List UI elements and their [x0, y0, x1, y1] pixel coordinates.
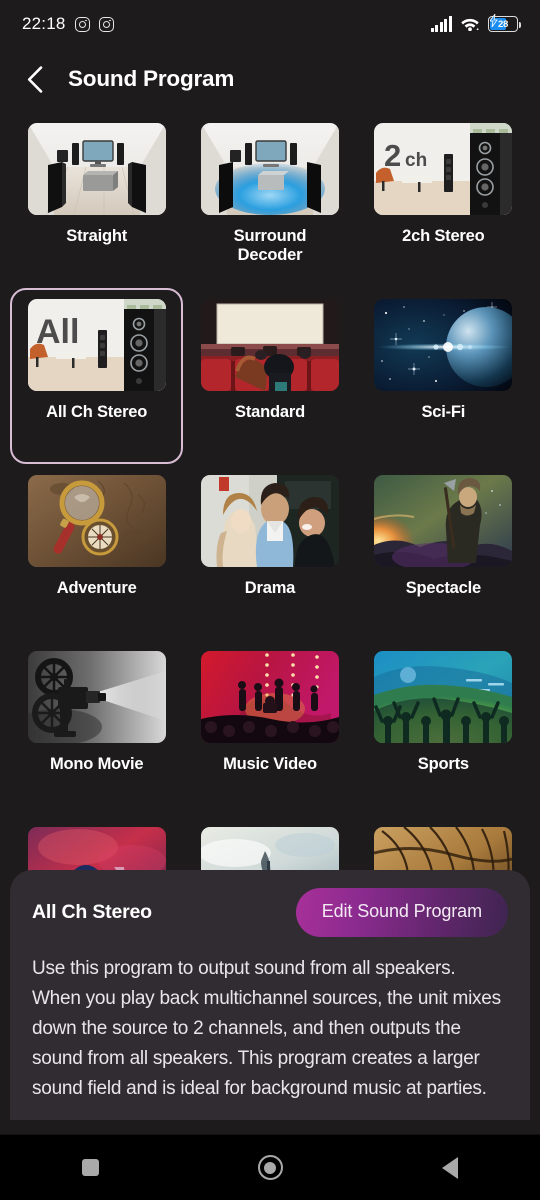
- program-label: Music Video: [223, 755, 317, 773]
- recents-button[interactable]: [58, 1144, 122, 1192]
- wifi-icon: [460, 16, 480, 32]
- program-label: Drama: [244, 579, 296, 597]
- program-card-adventure[interactable]: Adventure: [10, 464, 183, 640]
- program-detail-sheet: All Ch Stereo Edit Sound Program Use thi…: [10, 870, 530, 1120]
- program-thumb-sports: [374, 651, 513, 743]
- status-bar-left: 22:18: [22, 14, 431, 34]
- program-card-sci-fi[interactable]: Sci-Fi: [357, 288, 530, 464]
- page-title: Sound Program: [68, 66, 235, 91]
- home-icon: [257, 1155, 283, 1180]
- back-icon: [442, 1156, 458, 1179]
- detail-sheet-title: All Ch Stereo: [32, 900, 152, 923]
- program-thumb-sci-fi: [374, 299, 513, 391]
- program-card-straight[interactable]: Straight: [10, 112, 183, 288]
- program-card-music-video[interactable]: Music Video: [183, 640, 356, 816]
- cellular-signal-icon: [430, 16, 452, 32]
- program-thumb-standard: [200, 299, 339, 391]
- battery-percent: 28: [498, 18, 508, 30]
- instagram-notification-icon: [98, 16, 114, 32]
- svg-text:2: 2: [384, 138, 401, 173]
- program-thumb-2ch-stereo: 2 ch: [374, 123, 513, 215]
- program-card-surround-decoder[interactable]: Surround Decoder: [183, 112, 356, 288]
- program-label: Adventure: [56, 579, 137, 597]
- program-card-spectacle[interactable]: Spectacle: [357, 464, 530, 640]
- program-label: Surround Decoder: [233, 227, 307, 265]
- program-label: Mono Movie: [50, 755, 144, 773]
- sound-program-screen: 22:18 28 Sound Program Straight Surround…: [0, 0, 540, 1200]
- program-label: All Ch Stereo: [46, 403, 148, 421]
- program-thumb-music-video: [200, 651, 339, 743]
- program-card-standard[interactable]: Standard: [183, 288, 356, 464]
- program-label: Sci-Fi: [421, 403, 466, 421]
- program-thumb-surround-decoder: [200, 123, 339, 215]
- program-thumb-adventure: [27, 475, 166, 567]
- status-bar: 22:18 28: [0, 0, 540, 48]
- program-label: Standard: [235, 403, 305, 421]
- chevron-left-icon: [27, 65, 43, 93]
- back-button-nav[interactable]: [418, 1144, 482, 1192]
- instagram-notification-icon: [74, 16, 90, 32]
- program-card-2ch-stereo[interactable]: 2 ch 2ch Stereo: [357, 112, 530, 288]
- battery-icon: 28: [488, 13, 522, 32]
- home-button[interactable]: [238, 1144, 302, 1192]
- program-label: 2ch Stereo: [402, 227, 485, 245]
- detail-sheet-description: Use this program to output sound from al…: [32, 958, 501, 1100]
- program-card-mono-movie[interactable]: Mono Movie: [10, 640, 183, 816]
- android-navigation-bar: [0, 1134, 540, 1200]
- detail-sheet-header: All Ch Stereo Edit Sound Program: [32, 870, 508, 954]
- svg-text:ch: ch: [405, 150, 427, 171]
- program-label: Sports: [417, 755, 469, 773]
- recents-icon: [81, 1159, 99, 1176]
- status-bar-right: 28: [430, 13, 522, 32]
- edit-sound-program-button[interactable]: Edit Sound Program: [295, 887, 508, 937]
- program-label: Spectacle: [405, 579, 481, 597]
- program-thumb-drama: [200, 475, 339, 567]
- status-time: 22:18: [22, 14, 66, 33]
- back-button[interactable]: [18, 62, 52, 96]
- program-label: Straight: [66, 227, 128, 245]
- program-thumb-spectacle: [374, 475, 513, 567]
- program-thumb-straight: [27, 123, 166, 215]
- app-bar: Sound Program: [0, 48, 540, 110]
- charging-bolt-icon: [489, 13, 498, 32]
- program-thumb-mono-movie: [27, 651, 166, 743]
- program-card-drama[interactable]: Drama: [183, 464, 356, 640]
- program-card-all-ch-stereo[interactable]: All All Ch Stereo: [10, 288, 184, 464]
- program-card-sports[interactable]: Sports: [357, 640, 530, 816]
- program-thumb-all-ch-stereo: All: [27, 299, 166, 391]
